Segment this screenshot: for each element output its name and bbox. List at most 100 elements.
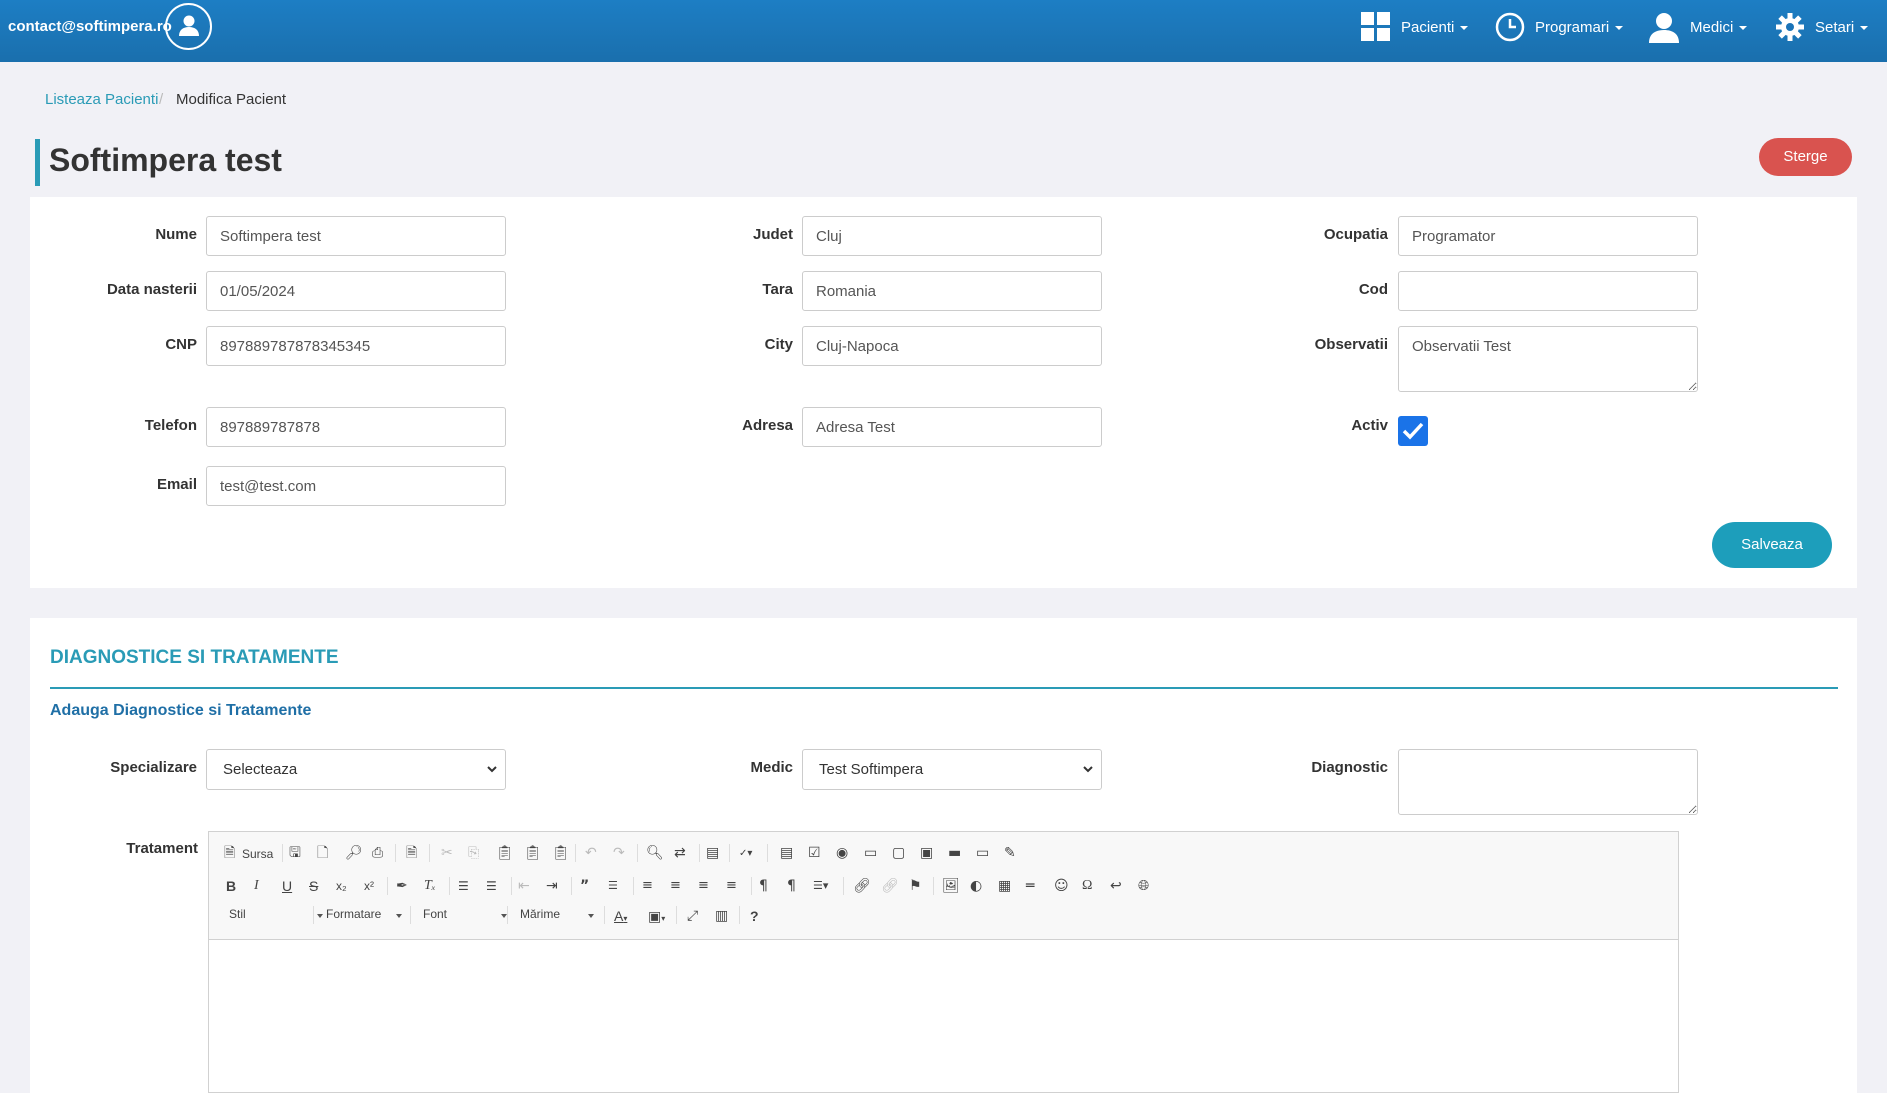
avatar[interactable] — [165, 3, 212, 50]
image-icon[interactable]: 🖼︎ — [942, 877, 960, 895]
diagnostic-textarea[interactable] — [1398, 749, 1698, 815]
maximize-icon[interactable]: ⤢ — [687, 907, 698, 925]
nav-pacienti[interactable]: Pacienti — [1361, 0, 1469, 54]
tara-input[interactable] — [802, 271, 1102, 311]
bulleted-list-icon[interactable]: ☰ — [486, 877, 497, 895]
cut-icon[interactable]: ✂ — [441, 844, 453, 862]
text-direction-ltr-icon[interactable]: ¶ — [759, 877, 768, 895]
section-subtitle: Adauga Diagnostice si Tratamente — [50, 702, 312, 719]
div-container-icon[interactable]: ☰ — [608, 877, 618, 895]
telefon-input[interactable] — [206, 407, 506, 447]
toolbar-separator — [429, 844, 430, 862]
remove-format-icon[interactable]: Tₓ — [424, 877, 436, 895]
specializare-select[interactable]: Selecteaza — [206, 749, 506, 790]
textarea-icon[interactable]: ▢ — [892, 844, 905, 862]
new-page-icon[interactable]: 🗋 — [317, 844, 328, 862]
select-field-icon[interactable]: ▣ — [920, 844, 933, 862]
breadcrumb-current: Modifica Pacient — [176, 91, 287, 108]
cnp-input[interactable] — [206, 326, 506, 366]
chevron-down-icon — [1460, 26, 1469, 30]
templates-icon[interactable]: 🗎 — [406, 844, 417, 862]
nume-input[interactable] — [206, 216, 506, 256]
cod-input[interactable] — [1398, 271, 1698, 311]
align-right-icon[interactable]: ≡ — [698, 877, 709, 895]
link-icon[interactable]: 🔗︎ — [853, 877, 871, 895]
font-combo[interactable]: Font — [423, 907, 507, 921]
background-color-icon[interactable]: ▣▾ — [648, 907, 665, 928]
save-doc-icon[interactable]: 🖫 — [289, 844, 301, 862]
smiley-icon[interactable]: ☺ — [1054, 877, 1069, 895]
button-field-icon[interactable]: ▬ — [948, 844, 961, 862]
indent-icon[interactable]: ⇥ — [546, 877, 558, 895]
nav-medici[interactable]: Medici — [1648, 0, 1748, 54]
preview-icon[interactable]: 🔎︎ — [345, 844, 363, 862]
city-input[interactable] — [802, 326, 1102, 366]
editor-content-area[interactable] — [209, 940, 1678, 1092]
help-icon[interactable]: ? — [750, 907, 759, 925]
paste-word-icon[interactable]: 📋︎ — [552, 844, 570, 862]
find-icon[interactable]: 🔍︎ — [646, 844, 664, 862]
iframe-icon[interactable]: 🌐︎ — [1138, 877, 1149, 895]
bold-icon[interactable]: B — [226, 877, 236, 895]
copy-icon[interactable]: ⎘ — [468, 844, 479, 862]
breadcrumb-link-listeaza-pacienti[interactable]: Listeaza Pacienti — [45, 91, 158, 108]
activ-checkbox[interactable] — [1398, 416, 1428, 446]
data-nasterii-input[interactable] — [206, 271, 506, 311]
image-button-icon[interactable]: ▭ — [976, 844, 989, 862]
horizontal-line-icon[interactable]: ═ — [1026, 877, 1034, 895]
table-icon[interactable]: ▦ — [998, 877, 1011, 895]
strike-icon[interactable]: S — [309, 877, 318, 895]
text-color-icon[interactable]: A▾ — [614, 907, 627, 928]
anchor-flag-icon[interactable]: ⚑ — [909, 877, 922, 895]
hidden-field-icon[interactable]: ✎ — [1004, 844, 1016, 862]
copy-format-icon[interactable]: ✒ — [396, 877, 408, 895]
user-email[interactable]: contact@softimpera.ro — [8, 18, 172, 35]
blockquote-icon[interactable]: ” — [580, 877, 589, 895]
source-icon[interactable]: 🗎 — [224, 844, 235, 862]
replace-icon[interactable]: ⇄ — [674, 844, 686, 862]
format-combo[interactable]: Formatare — [326, 907, 402, 921]
superscript-icon[interactable]: x² — [364, 877, 374, 895]
special-char-icon[interactable]: Ω — [1082, 877, 1092, 895]
underline-icon[interactable]: U — [282, 877, 292, 895]
size-combo[interactable]: Mărime — [520, 907, 594, 921]
unlink-icon[interactable]: 🔗︎ — [881, 877, 899, 895]
nav-setari[interactable]: Setari — [1775, 0, 1869, 54]
align-left-icon[interactable]: ≡ — [642, 877, 653, 895]
save-button[interactable]: Salveaza — [1712, 522, 1832, 568]
flash-icon[interactable]: ◐ — [970, 877, 982, 895]
textfield-icon[interactable]: ▭ — [864, 844, 877, 862]
source-button[interactable]: Sursa — [242, 845, 273, 863]
adresa-input[interactable] — [802, 407, 1102, 447]
style-combo-label: Stil — [229, 907, 246, 921]
undo-icon[interactable]: ↶ — [585, 844, 597, 862]
form-icon[interactable]: ▤ — [780, 844, 793, 862]
redo-icon[interactable]: ↷ — [613, 844, 625, 862]
ocupatia-input[interactable] — [1398, 216, 1698, 256]
paste-text-icon[interactable]: 📋︎ — [524, 844, 542, 862]
show-blocks-icon[interactable]: ▥ — [715, 907, 728, 925]
paste-icon[interactable]: 📋︎ — [496, 844, 514, 862]
delete-button[interactable]: Sterge — [1759, 138, 1852, 176]
judet-input[interactable] — [802, 216, 1102, 256]
select-all-icon[interactable]: ▤ — [706, 844, 719, 862]
italic-icon[interactable]: I — [254, 877, 259, 895]
align-justify-icon[interactable]: ≡ — [726, 877, 737, 895]
align-center-icon[interactable]: ≡ — [670, 877, 681, 895]
text-direction-rtl-icon[interactable]: ¶ — [787, 877, 796, 895]
email-input[interactable] — [206, 466, 506, 506]
radio-icon[interactable]: ◉ — [836, 844, 848, 862]
language-icon[interactable]: ☰▾ — [813, 877, 828, 895]
spellcheck-icon[interactable]: ✓▾ — [739, 845, 752, 863]
subscript-icon[interactable]: x₂ — [336, 877, 347, 895]
print-icon[interactable]: ⎙ — [372, 844, 383, 862]
outdent-icon[interactable]: ⇤ — [518, 877, 530, 895]
style-combo[interactable]: Stil — [229, 907, 323, 921]
checkbox-icon[interactable]: ☑ — [808, 844, 821, 862]
nav-programari[interactable]: Programari — [1495, 0, 1624, 54]
section-divider — [50, 687, 1838, 689]
medic-select[interactable]: Test Softimpera — [802, 749, 1102, 790]
page-break-icon[interactable]: ↩ — [1110, 877, 1122, 895]
observatii-textarea[interactable]: Observatii Test — [1398, 326, 1698, 392]
numbered-list-icon[interactable]: ☰ — [458, 877, 469, 895]
